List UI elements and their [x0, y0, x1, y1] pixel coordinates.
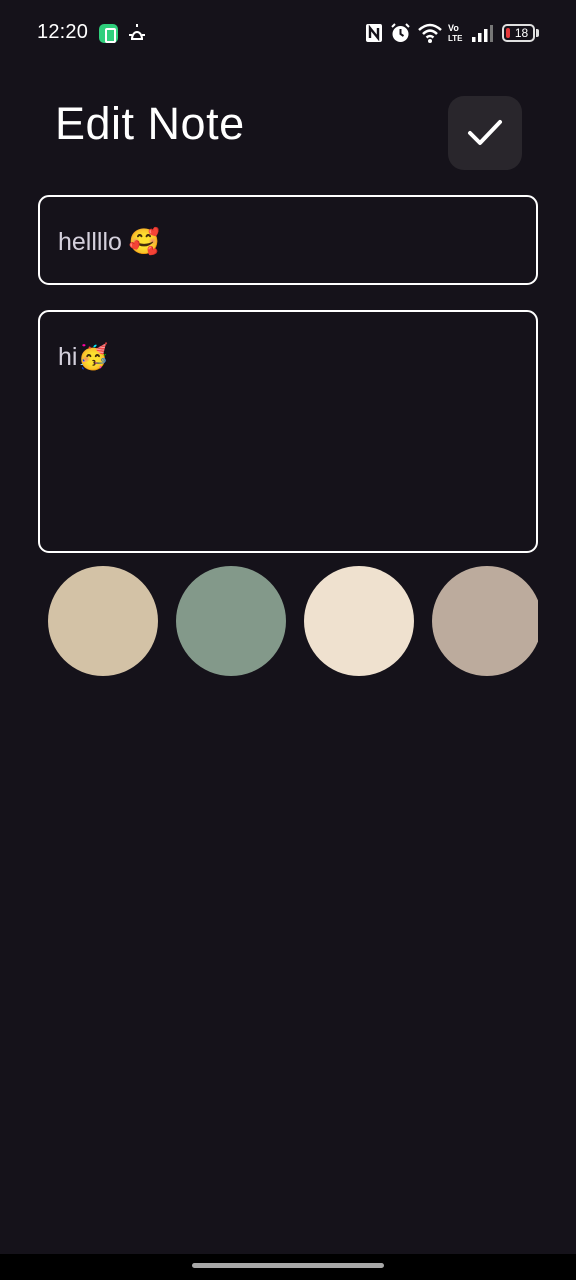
svg-text:LTE: LTE [448, 34, 463, 43]
note-content-value: hi🥳 [58, 343, 109, 371]
alarm-bell-icon [129, 24, 145, 40]
color-picker [38, 566, 538, 676]
battery-tip [536, 29, 539, 37]
battery-level: 18 [514, 26, 529, 40]
color-swatch[interactable] [304, 566, 414, 676]
signal-icon [472, 25, 493, 42]
alarm-clock-icon [391, 23, 410, 42]
color-swatch[interactable] [176, 566, 286, 676]
home-indicator[interactable] [192, 1263, 384, 1268]
battery-icon: 18 [502, 24, 535, 42]
note-title-input[interactable]: hellllo 🥰 [38, 195, 538, 285]
svg-text:Vo: Vo [448, 23, 459, 33]
color-swatch[interactable] [48, 566, 158, 676]
color-swatch[interactable] [432, 566, 538, 676]
note-content-input[interactable]: hi🥳 [38, 310, 538, 553]
nfc-icon [366, 24, 382, 42]
page-title: Edit Note [55, 98, 245, 149]
note-title-value: hellllo 🥰 [58, 228, 161, 256]
volte-icon: Vo LTE [448, 23, 463, 43]
navigation-bar [0, 1254, 576, 1280]
app-badge-icon [99, 24, 118, 43]
status-time: 12:20 [37, 21, 89, 43]
check-icon [468, 120, 502, 145]
save-button[interactable] [448, 96, 522, 170]
wifi-icon [418, 23, 442, 43]
status-bar: 12:20 Vo LTE 18 [0, 0, 576, 66]
edit-note-screen: 12:20 Vo LTE 18 Edit Note hellllo 🥰 hi🥳 [0, 0, 576, 1280]
